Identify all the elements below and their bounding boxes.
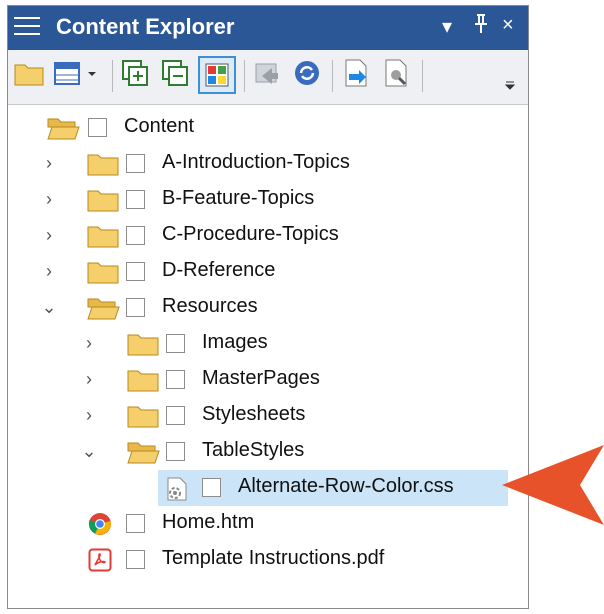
- folder-icon: [126, 404, 160, 428]
- tree-item-label: B-Feature-Topics: [162, 187, 315, 209]
- tree-item-label: Template Instructions.pdf: [162, 547, 385, 569]
- checkbox[interactable]: [126, 190, 145, 209]
- table-view-tool-icon[interactable]: [52, 56, 102, 94]
- chevron-down-icon[interactable]: ⌄: [80, 441, 98, 462]
- send-tool-icon[interactable]: [250, 56, 288, 94]
- tree-item-folder[interactable]: › Stylesheets: [8, 398, 528, 434]
- folder-icon: [86, 260, 120, 284]
- tree-item-folder[interactable]: › C-Procedure-Topics: [8, 218, 528, 254]
- pin-icon[interactable]: [474, 14, 488, 40]
- checkbox[interactable]: [88, 118, 107, 137]
- pdf-file-icon: [88, 548, 114, 572]
- tree-item-label: Images: [202, 331, 268, 353]
- tree-item-folder[interactable]: ⌄ TableStyles: [8, 434, 528, 470]
- tree-item-label: D-Reference: [162, 259, 276, 281]
- tree-item-label: Stylesheets: [202, 403, 306, 425]
- folder-icon: [126, 332, 160, 356]
- tree-item-label: MasterPages: [202, 367, 320, 389]
- tree-item-folder[interactable]: › A-Introduction-Topics: [8, 146, 528, 182]
- checkbox[interactable]: [126, 298, 145, 317]
- checkbox[interactable]: [166, 442, 185, 461]
- checkbox[interactable]: [126, 514, 145, 533]
- tree-item-folder[interactable]: ⌄ Resources: [8, 290, 528, 326]
- tree-item-label: Alternate-Row-Color.css: [238, 475, 454, 497]
- dropdown-arrow-icon[interactable]: ▾: [442, 14, 452, 39]
- callout-arrow-icon: [502, 445, 604, 525]
- panel-title: Content Explorer: [56, 14, 235, 39]
- folder-icon: [86, 152, 120, 176]
- chevron-right-icon[interactable]: ›: [40, 261, 58, 282]
- tree-item-label: A-Introduction-Topics: [162, 151, 350, 173]
- tile-view-tool-icon[interactable]: [198, 56, 236, 94]
- chevron-right-icon[interactable]: ›: [40, 225, 58, 246]
- tree-item-content[interactable]: Content: [8, 110, 528, 146]
- tree-item-folder[interactable]: › MasterPages: [8, 362, 528, 398]
- tree-item-file[interactable]: Home.htm: [8, 506, 528, 542]
- refresh-tool-icon[interactable]: [290, 56, 328, 94]
- chevron-right-icon[interactable]: ›: [80, 405, 98, 426]
- open-folder-icon: [126, 440, 160, 464]
- open-tool-icon[interactable]: [338, 56, 376, 94]
- panel-title-bar: Content Explorer ▾ ×: [8, 6, 528, 50]
- chevron-right-icon[interactable]: ›: [80, 369, 98, 390]
- checkbox[interactable]: [202, 478, 221, 497]
- content-explorer-panel: Content Explorer ▾ × Content › A-Introdu…: [7, 5, 529, 609]
- tree-item-file-selected[interactable]: Alternate-Row-Color.css: [158, 470, 508, 506]
- tree-item-label: Content: [124, 115, 195, 137]
- chevron-down-icon[interactable]: ⌄: [40, 297, 58, 318]
- toolbar: [8, 50, 528, 105]
- tree-item-folder[interactable]: › B-Feature-Topics: [8, 182, 528, 218]
- folder-icon: [126, 368, 160, 392]
- folder-icon: [86, 224, 120, 248]
- menu-icon[interactable]: [14, 17, 40, 37]
- folder-icon: [86, 188, 120, 212]
- toolbar-overflow-icon[interactable]: [500, 56, 520, 94]
- chevron-right-icon[interactable]: ›: [40, 153, 58, 174]
- tree-item-label: Home.htm: [162, 511, 255, 533]
- close-icon[interactable]: ×: [502, 14, 514, 37]
- tree-item-folder[interactable]: › Images: [8, 326, 528, 362]
- checkbox[interactable]: [126, 154, 145, 173]
- checkbox[interactable]: [126, 550, 145, 569]
- checkbox[interactable]: [166, 334, 185, 353]
- chevron-right-icon[interactable]: ›: [80, 333, 98, 354]
- collapse-all-tool-icon[interactable]: [158, 56, 196, 94]
- open-folder-tool-icon[interactable]: [12, 56, 50, 94]
- checkbox[interactable]: [126, 262, 145, 281]
- tree-item-label: C-Procedure-Topics: [162, 223, 339, 245]
- checkbox[interactable]: [166, 406, 185, 425]
- tree-item-folder[interactable]: › D-Reference: [8, 254, 528, 290]
- chevron-right-icon[interactable]: ›: [40, 189, 58, 210]
- chrome-browser-icon: [88, 512, 114, 536]
- open-folder-icon: [46, 116, 80, 140]
- tree-item-label: Resources: [162, 295, 258, 317]
- tree-item-file[interactable]: Template Instructions.pdf: [8, 542, 528, 578]
- checkbox[interactable]: [166, 370, 185, 389]
- open-folder-icon: [86, 296, 120, 320]
- stylesheet-file-icon: [164, 476, 190, 501]
- properties-tool-icon[interactable]: [378, 56, 416, 94]
- expand-all-tool-icon[interactable]: [118, 56, 156, 94]
- tree-item-label: TableStyles: [202, 439, 305, 461]
- checkbox[interactable]: [126, 226, 145, 245]
